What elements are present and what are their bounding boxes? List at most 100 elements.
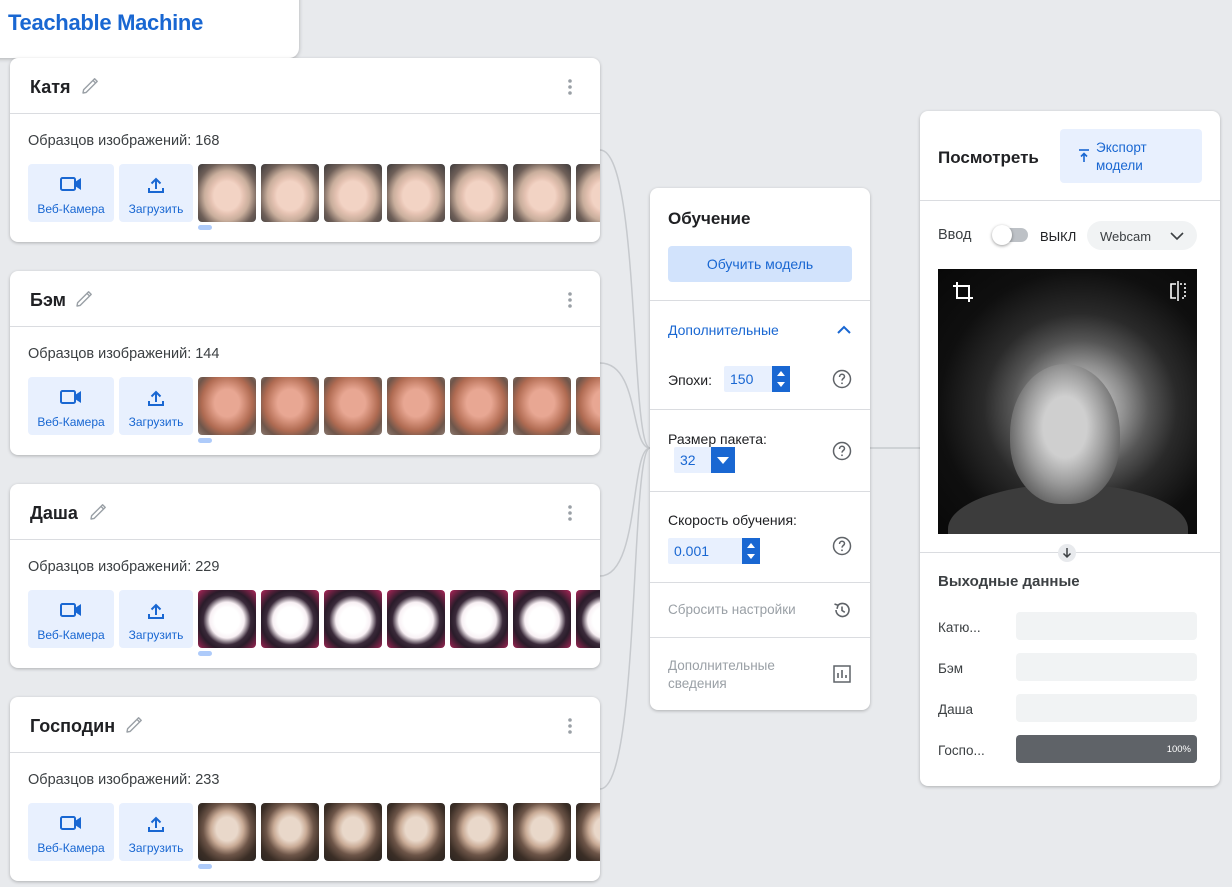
more-vert-icon[interactable] [562, 504, 578, 522]
sample-thumbnail[interactable] [513, 164, 571, 222]
upload-button-label: Загрузить [128, 841, 184, 855]
upload-button-label: Загрузить [128, 628, 184, 642]
sample-thumbnail[interactable] [198, 377, 256, 435]
class-name[interactable]: Бэм [30, 290, 66, 311]
sample-thumbnail[interactable] [387, 164, 445, 222]
sample-thumbnail[interactable] [198, 590, 256, 648]
sample-thumbnail[interactable] [576, 164, 600, 222]
thumbnail-scrollbar[interactable] [198, 651, 212, 656]
learning-rate-spinner[interactable] [742, 538, 760, 564]
output-bar: 100% [1016, 735, 1197, 763]
app-header: Teachable Machine [0, 0, 299, 58]
webcam-button[interactable]: Веб-Камера [28, 377, 114, 435]
upload-button-label: Загрузить [128, 415, 184, 429]
scroll-down-button[interactable] [1058, 544, 1076, 562]
sample-thumbnail[interactable] [261, 377, 319, 435]
webcam-button[interactable]: Веб-Камера [28, 590, 114, 648]
batch-size-label: Размер пакета: [668, 431, 767, 447]
sample-thumbnail[interactable] [324, 164, 382, 222]
reset-settings-button[interactable]: Сбросить настройки [668, 601, 796, 619]
sample-thumbnail[interactable] [450, 164, 508, 222]
webcam-button-label: Веб-Камера [37, 841, 105, 855]
output-label: Бэм [938, 661, 964, 676]
sample-thumbnail[interactable] [324, 803, 382, 861]
thumbnail-scrollbar[interactable] [198, 225, 212, 230]
sample-thumbnail[interactable] [576, 803, 600, 861]
webcam-button[interactable]: Веб-Камера [28, 164, 114, 222]
sample-thumbnail[interactable] [261, 164, 319, 222]
sample-count: Образцов изображений: 233 [28, 772, 220, 788]
sample-thumbnail[interactable] [450, 803, 508, 861]
pencil-icon[interactable] [74, 289, 94, 309]
learning-rate-value: 0.001 [674, 543, 710, 559]
sample-thumbnail[interactable] [450, 377, 508, 435]
sample-thumbnail[interactable] [324, 377, 382, 435]
sample-count: Образцов изображений: 168 [28, 133, 220, 149]
class-card-2: Даша Образцов изображений: 229 Веб-Камер… [10, 484, 600, 668]
class-card-header: Катя [10, 58, 600, 114]
sample-thumbnail[interactable] [576, 377, 600, 435]
sample-thumbnail[interactable] [198, 803, 256, 861]
help-icon[interactable] [832, 536, 852, 556]
input-source-select[interactable]: Webcam [1087, 221, 1197, 250]
pencil-icon[interactable] [88, 502, 108, 522]
help-icon[interactable] [832, 441, 852, 461]
class-name[interactable]: Господин [30, 716, 115, 737]
sample-thumbnail[interactable] [513, 803, 571, 861]
upload-button[interactable]: Загрузить [119, 164, 193, 222]
sample-thumbnail[interactable] [576, 590, 600, 648]
upload-icon [148, 390, 164, 406]
videocam-icon [60, 177, 81, 191]
advanced-details-button[interactable]: Дополнительные сведения [668, 657, 808, 693]
class-name[interactable]: Катя [30, 77, 71, 98]
input-toggle[interactable] [992, 225, 1028, 245]
history-icon[interactable] [832, 600, 852, 620]
epochs-input[interactable]: 150 [724, 366, 790, 392]
flip-icon[interactable] [1169, 281, 1187, 301]
sample-thumbnail[interactable] [324, 590, 382, 648]
train-model-button[interactable]: Обучить модель [668, 246, 852, 282]
epochs-value: 150 [730, 371, 754, 387]
upload-button[interactable]: Загрузить [119, 803, 193, 861]
sample-thumbnails [198, 803, 600, 861]
batch-size-select[interactable]: 32 [674, 447, 735, 473]
sample-thumbnails [198, 590, 600, 648]
preview-panel: Посмотреть Экспорт модели Ввод ВЫКЛ Webc… [920, 111, 1220, 786]
pencil-icon[interactable] [80, 76, 100, 96]
spinner-arrows-icon [747, 543, 755, 559]
epochs-spinner[interactable] [772, 366, 790, 392]
sample-thumbnail[interactable] [387, 377, 445, 435]
thumbnail-scrollbar[interactable] [198, 438, 212, 443]
thumbnail-scrollbar[interactable] [198, 864, 212, 869]
sample-thumbnail[interactable] [513, 377, 571, 435]
bar-chart-icon[interactable] [832, 664, 852, 684]
class-card-1: Бэм Образцов изображений: 144 Веб-Камера… [10, 271, 600, 455]
more-vert-icon[interactable] [562, 78, 578, 96]
batch-size-value: 32 [680, 452, 696, 468]
more-vert-icon[interactable] [562, 291, 578, 309]
crop-icon[interactable] [952, 281, 974, 303]
upload-button[interactable]: Загрузить [119, 377, 193, 435]
upload-button[interactable]: Загрузить [119, 590, 193, 648]
output-percent: 100% [1166, 744, 1191, 755]
spinner-arrows-icon [777, 371, 785, 387]
learning-rate-label: Скорость обучения: [668, 512, 797, 528]
more-vert-icon[interactable] [562, 717, 578, 735]
sample-thumbnail[interactable] [261, 803, 319, 861]
sample-thumbnail[interactable] [387, 590, 445, 648]
help-icon[interactable] [832, 369, 852, 389]
learning-rate-input[interactable]: 0.001 [668, 538, 760, 564]
batch-size-dropdown[interactable] [711, 447, 735, 473]
webcam-button[interactable]: Веб-Камера [28, 803, 114, 861]
sample-thumbnail[interactable] [387, 803, 445, 861]
sample-thumbnail[interactable] [450, 590, 508, 648]
videocam-icon [60, 390, 81, 404]
chevron-up-icon[interactable] [834, 320, 854, 340]
sample-thumbnail[interactable] [513, 590, 571, 648]
pencil-icon[interactable] [124, 715, 144, 735]
export-model-button[interactable]: Экспорт модели [1060, 129, 1202, 183]
sample-thumbnail[interactable] [261, 590, 319, 648]
advanced-toggle[interactable]: Дополнительные [668, 322, 779, 338]
class-name[interactable]: Даша [30, 503, 78, 524]
sample-thumbnail[interactable] [198, 164, 256, 222]
